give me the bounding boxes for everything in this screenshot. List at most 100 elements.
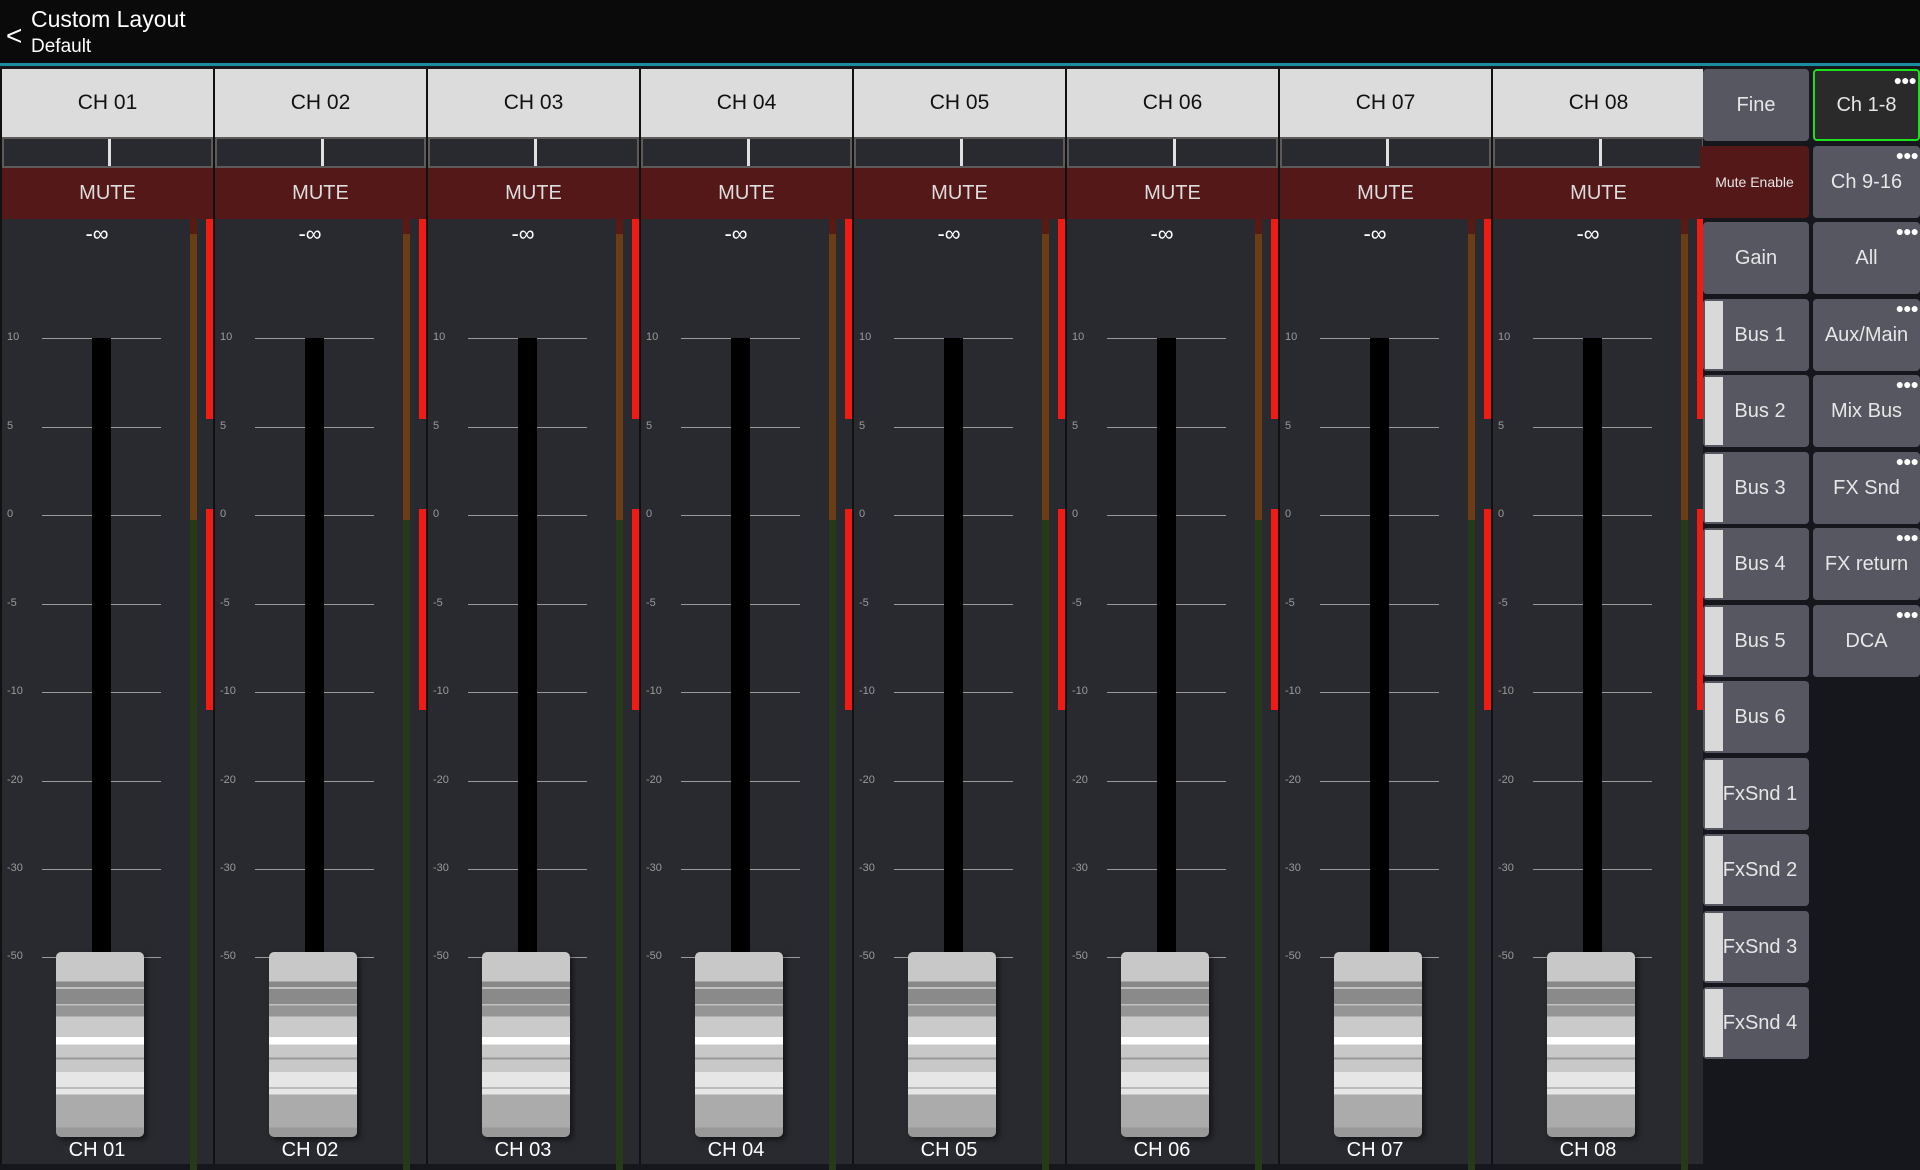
meter-green (1681, 520, 1688, 1170)
pan-slider[interactable] (215, 137, 426, 168)
scale-label: 10 (859, 331, 871, 343)
channel-name-button[interactable]: CH 01 (2, 69, 213, 137)
channel-name-button[interactable]: CH 05 (854, 69, 1065, 137)
side-button-fxsnd-2[interactable]: FxSnd 2 (1703, 834, 1809, 906)
more-dots-icon[interactable]: ●●● (1894, 73, 1916, 87)
button-label: FxSnd 4 (1715, 1012, 1797, 1034)
pan-indicator (1386, 139, 1389, 166)
assign-indicator (1705, 530, 1723, 598)
scale-label: -20 (646, 774, 662, 786)
channel-strip: CH 05 MUTE -∞1050-5-10-20-30-50 CH 05 (852, 69, 1065, 1164)
fader-cap[interactable] (269, 952, 357, 1137)
fader-cap[interactable] (482, 952, 570, 1137)
channel-name-button[interactable]: CH 03 (428, 69, 639, 137)
side-button-gain[interactable]: Gain (1703, 222, 1809, 294)
scale-label: -5 (220, 597, 230, 609)
more-dots-icon[interactable]: ●●● (1896, 607, 1918, 621)
scale-label: -10 (1072, 685, 1088, 697)
mute-button[interactable]: MUTE (215, 168, 426, 219)
pan-slider[interactable] (1280, 137, 1491, 168)
button-label: Ch 9-16 (1831, 171, 1902, 193)
mute-button[interactable]: MUTE (1280, 168, 1491, 219)
more-dots-icon[interactable]: ●●● (1896, 530, 1918, 544)
scale-label: -30 (7, 862, 23, 874)
fader-cap[interactable] (1334, 952, 1422, 1137)
chevron-left-icon[interactable]: < (6, 20, 22, 52)
more-dots-icon[interactable]: ●●● (1896, 377, 1918, 391)
scale-label: -20 (220, 774, 236, 786)
scale-label: 0 (220, 508, 226, 520)
fader-track (1370, 338, 1389, 958)
side-button-bus-5[interactable]: Bus 5 (1703, 605, 1809, 677)
fader-cap[interactable] (1547, 952, 1635, 1137)
fader-track (92, 338, 111, 958)
scale-label: -50 (1072, 950, 1088, 962)
bank-button-dca[interactable]: ●●●DCA (1813, 605, 1920, 677)
meter-peak (1681, 219, 1688, 234)
channel-name-button[interactable]: CH 08 (1493, 69, 1704, 137)
channel-name-button[interactable]: CH 02 (215, 69, 426, 137)
pan-slider[interactable] (854, 137, 1065, 168)
pan-slider[interactable] (428, 137, 639, 168)
mute-button[interactable]: MUTE (1493, 168, 1704, 219)
bank-button-ch-9-16[interactable]: ●●● Ch 9-16 (1813, 146, 1920, 218)
bank-button-aux-main[interactable]: ●●●Aux/Main (1813, 299, 1920, 371)
scale-label: -20 (859, 774, 875, 786)
side-button-bus-6[interactable]: Bus 6 (1703, 681, 1809, 753)
bank-button-all[interactable]: ●●● All (1813, 222, 1920, 294)
side-button-bus-1[interactable]: Bus 1 (1703, 299, 1809, 371)
channel-name-button[interactable]: CH 07 (1280, 69, 1491, 137)
meter-green (1255, 520, 1262, 1170)
pan-slider[interactable] (2, 137, 213, 168)
scale-label: 0 (859, 508, 865, 520)
mute-button[interactable]: MUTE (428, 168, 639, 219)
more-dots-icon[interactable]: ●●● (1896, 224, 1918, 238)
scale-label: 10 (220, 331, 232, 343)
mute-button[interactable]: MUTE (1067, 168, 1278, 219)
side-button-fine[interactable]: Fine (1703, 69, 1809, 141)
mute-button[interactable]: MUTE (641, 168, 852, 219)
bank-button-fx-return[interactable]: ●●●FX return (1813, 528, 1920, 600)
top-bar: < Custom Layout Default (0, 0, 1920, 66)
channel-name-button[interactable]: CH 06 (1067, 69, 1278, 137)
meter-peak (190, 219, 197, 234)
mute-button[interactable]: MUTE (2, 168, 213, 219)
button-label: Bus 2 (1726, 400, 1785, 422)
mute-button[interactable]: MUTE (854, 168, 1065, 219)
meter-peak (1042, 219, 1049, 234)
side-button-bus-4[interactable]: Bus 4 (1703, 528, 1809, 600)
fader-label: CH 04 (681, 1139, 791, 1162)
side-button-fxsnd-3[interactable]: FxSnd 3 (1703, 911, 1809, 983)
bank-button-ch-1-8[interactable]: ●●●Ch 1-8 (1813, 69, 1920, 141)
scale-label: -30 (1498, 862, 1514, 874)
channel-name-button[interactable]: CH 04 (641, 69, 852, 137)
fader-track (1583, 338, 1602, 958)
fader-cap[interactable] (908, 952, 996, 1137)
bank-button-mix-bus[interactable]: ●●●Mix Bus (1813, 375, 1920, 447)
button-label: All (1855, 247, 1877, 269)
meter-green (1042, 520, 1049, 1170)
fader-cap[interactable] (56, 952, 144, 1137)
scale-label: -30 (220, 862, 236, 874)
bank-button-fx-snd[interactable]: ●●●FX Snd (1813, 452, 1920, 524)
pan-indicator (747, 139, 750, 166)
fader-cap[interactable] (695, 952, 783, 1137)
fader-cap[interactable] (1121, 952, 1209, 1137)
pan-slider[interactable] (1067, 137, 1278, 168)
pan-slider[interactable] (1493, 137, 1704, 168)
scale-label: -50 (859, 950, 875, 962)
side-button-mute-enable[interactable]: Mute Enable (1700, 146, 1809, 218)
side-button-bus-2[interactable]: Bus 2 (1703, 375, 1809, 447)
scale-label: -30 (859, 862, 875, 874)
channel-strip: CH 01 MUTE -∞1050-5-10-20-30-50 CH 01 (0, 69, 213, 1164)
side-button-bus-3[interactable]: Bus 3 (1703, 452, 1809, 524)
side-button-fxsnd-1[interactable]: FxSnd 1 (1703, 758, 1809, 830)
more-dots-icon[interactable]: ●●● (1896, 454, 1918, 468)
more-dots-icon[interactable]: ●●● (1896, 148, 1918, 162)
meter-peak (403, 219, 410, 234)
pan-slider[interactable] (641, 137, 852, 168)
assign-indicator (1705, 913, 1723, 981)
side-button-fxsnd-4[interactable]: FxSnd 4 (1703, 987, 1809, 1059)
scale-label: -50 (646, 950, 662, 962)
more-dots-icon[interactable]: ●●● (1896, 301, 1918, 315)
